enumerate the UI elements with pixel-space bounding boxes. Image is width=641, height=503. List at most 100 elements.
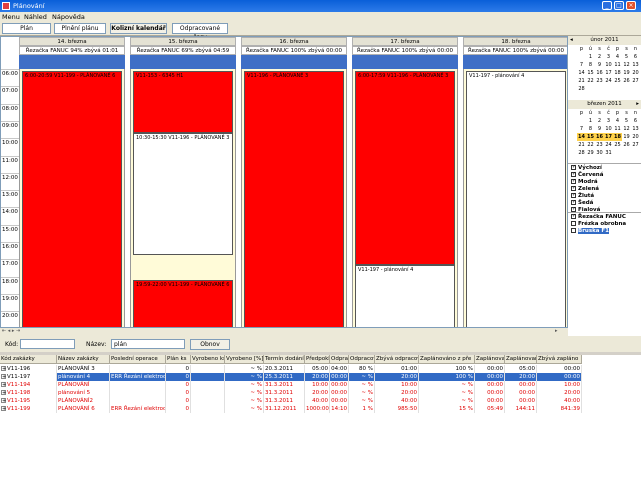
table-cell[interactable]: V11-196 — [0, 365, 57, 373]
calendar-day[interactable]: 18 — [613, 133, 622, 141]
day-date[interactable]: 15. března — [130, 37, 236, 46]
schedule-event[interactable]: V11-196 - PLÁNOVANÉ 3 — [244, 71, 344, 327]
obnov-button[interactable]: Obnov — [190, 339, 230, 350]
next-month-icon[interactable]: ▸ — [636, 100, 639, 109]
calendar-day[interactable]: 10 — [604, 125, 613, 133]
day-date[interactable]: 16. března — [241, 37, 347, 46]
calendar-day[interactable]: 4 — [613, 117, 622, 125]
table-cell[interactable]: ~ % — [225, 381, 264, 389]
calendar-day[interactable]: 29 — [586, 149, 595, 157]
table-cell[interactable]: V11-198 — [0, 389, 57, 397]
calendar-day[interactable]: 19 — [622, 69, 631, 77]
table-cell[interactable]: 00:00 — [330, 397, 349, 405]
table-cell[interactable]: 01:00 — [375, 365, 419, 373]
table-cell[interactable]: 05:00 — [505, 365, 537, 373]
schedule-event[interactable]: V11-197 - plánování 4 — [466, 71, 566, 327]
table-cell[interactable]: ERR Řezání elektrod — [110, 405, 166, 413]
table-cell[interactable]: 1000:00 — [305, 405, 330, 413]
calendar-day[interactable]: 1 — [586, 117, 595, 125]
calendar-day[interactable]: 9 — [595, 125, 604, 133]
calendar-day[interactable]: 16 — [595, 133, 604, 141]
calendar-day[interactable]: 24 — [604, 141, 613, 149]
schedule-event[interactable]: 19:59-22:00 V11-199 - PLÁNOVANÉ 6 — [133, 280, 233, 327]
table-cell[interactable]: 20.3.2011 — [264, 365, 305, 373]
calendar-day[interactable]: 22 — [586, 77, 595, 85]
plneni-planu-button[interactable]: Plnění plánu — [54, 23, 106, 34]
table-cell[interactable]: 00:00 — [330, 381, 349, 389]
table-cell[interactable]: plánování 4 — [57, 373, 110, 381]
calendar-day[interactable]: 15 — [586, 69, 595, 77]
calendar-day[interactable]: 20 — [631, 69, 640, 77]
table-cell[interactable]: 841:39 — [537, 405, 582, 413]
table-cell[interactable]: 0 — [166, 381, 191, 389]
calendar-day[interactable]: 26 — [622, 141, 631, 149]
table-cell[interactable] — [110, 365, 166, 373]
column-header[interactable]: Poslední operace — [110, 355, 166, 364]
checkbox-icon[interactable] — [571, 221, 576, 226]
checkbox-icon[interactable]: ✓ — [571, 165, 576, 170]
table-cell[interactable]: 0 — [166, 389, 191, 397]
table-cell[interactable]: V11-197 — [0, 373, 57, 381]
checkbox-icon[interactable]: ✓ — [571, 179, 576, 184]
table-cell[interactable]: PLÁNOVÁNÍ2 — [57, 397, 110, 405]
odpracovane-casy-button[interactable]: Odpracované časy — [172, 23, 228, 41]
nazev-input[interactable]: plán — [111, 339, 185, 349]
table-cell[interactable]: 40:00 — [305, 397, 330, 405]
table-cell[interactable]: ~ % — [349, 373, 375, 381]
menu-item-menu[interactable]: Menu — [2, 13, 20, 21]
table-cell[interactable]: 80 % — [349, 365, 375, 373]
table-cell[interactable]: 100 % — [419, 365, 475, 373]
calendar-day[interactable]: 4 — [613, 53, 622, 61]
table-cell[interactable]: 10:00 — [305, 381, 330, 389]
column-header[interactable]: Vyrobeno ks — [191, 355, 225, 364]
calendar-day[interactable]: 9 — [595, 61, 604, 69]
table-cell[interactable]: V11-194 — [0, 381, 57, 389]
table-cell[interactable]: 40:00 — [375, 397, 419, 405]
table-cell[interactable]: PLÁNOVÁNÍ — [57, 381, 110, 389]
calendar-day[interactable]: 10 — [604, 61, 613, 69]
checkbox-icon[interactable]: ✓ — [571, 214, 576, 219]
calendar-day[interactable]: 12 — [622, 125, 631, 133]
calendar-day[interactable]: 28 — [577, 85, 586, 93]
column-header[interactable]: Odpracov — [349, 355, 375, 364]
table-cell[interactable]: 20:00 — [375, 389, 419, 397]
table-cell[interactable]: 10:00 — [537, 381, 582, 389]
calendar-day[interactable]: 6 — [631, 117, 640, 125]
calendar-day[interactable]: 3 — [604, 117, 613, 125]
table-cell[interactable]: 00:00 — [537, 373, 582, 381]
calendar-day[interactable]: 23 — [595, 141, 604, 149]
schedule-event[interactable]: V11-153 - 6345 H1 — [133, 71, 233, 133]
table-cell[interactable]: ~ % — [225, 373, 264, 381]
table-cell[interactable]: 31.12.2011 — [264, 405, 305, 413]
calendar-day[interactable]: 20 — [631, 133, 640, 141]
table-cell[interactable]: 00:00 — [475, 389, 505, 397]
table-cell[interactable]: 985:50 — [375, 405, 419, 413]
calendar-day[interactable]: 11 — [613, 61, 622, 69]
calendar-day[interactable]: 17 — [604, 69, 613, 77]
calendar-day[interactable]: 7 — [577, 61, 586, 69]
calendar-day[interactable]: 19 — [622, 133, 631, 141]
day-date[interactable]: 17. března — [352, 37, 458, 46]
machine-checkbox[interactable]: Bruska F1 — [571, 228, 609, 234]
table-cell[interactable]: ~ % — [225, 389, 264, 397]
horizontal-scrollbar[interactable]: ⇤ ◂ ▸ ⇥ ▸ — [0, 328, 568, 336]
table-cell[interactable]: 00:00 — [330, 389, 349, 397]
table-cell[interactable]: 00:00 — [537, 365, 582, 373]
table-cell[interactable]: 00:00 — [505, 389, 537, 397]
calendar-day[interactable]: 24 — [604, 77, 613, 85]
table-cell[interactable]: V11-195 — [0, 397, 57, 405]
table-cell[interactable] — [191, 381, 225, 389]
table-cell[interactable]: 10:00 — [375, 381, 419, 389]
kod-input[interactable] — [20, 339, 75, 349]
calendar-day[interactable]: 30 — [595, 149, 604, 157]
expand-row-icon[interactable]: + — [1, 398, 6, 404]
column-header[interactable]: Zaplánovan — [505, 355, 537, 364]
table-cell[interactable]: ~ % — [349, 381, 375, 389]
table-cell[interactable]: ~ % — [225, 397, 264, 405]
calendar-day[interactable]: 2 — [595, 117, 604, 125]
calendar-day[interactable]: 14 — [577, 69, 586, 77]
table-cell[interactable]: 0 — [166, 405, 191, 413]
calendar-day[interactable]: 27 — [631, 77, 640, 85]
checkbox-icon[interactable] — [571, 228, 576, 233]
table-cell[interactable]: 00:00 — [475, 365, 505, 373]
